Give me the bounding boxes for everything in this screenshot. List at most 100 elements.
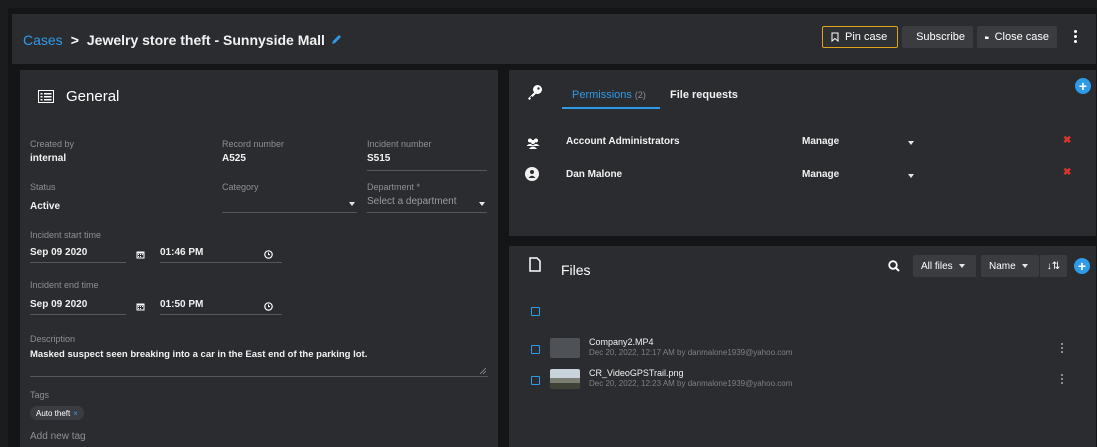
department-label: Department * bbox=[367, 182, 421, 192]
role-chevron-down-icon bbox=[908, 141, 914, 145]
files-panel: Files All files Name ↓⇅ + Company2.MP4 D… bbox=[509, 246, 1096, 447]
permission-role-select-1[interactable]: Manage bbox=[802, 166, 914, 182]
subscribe-label: Subscribe bbox=[916, 31, 965, 43]
start-calendar-icon[interactable] bbox=[136, 246, 145, 264]
start-time-input[interactable]: 01:46 PM bbox=[160, 247, 203, 258]
created-by-label: Created by bbox=[30, 139, 75, 149]
end-time-underline bbox=[160, 314, 282, 315]
department-placeholder: Select a department bbox=[367, 196, 457, 207]
group-icon bbox=[526, 136, 540, 154]
description-value: Masked suspect seen breaking into a car … bbox=[30, 349, 368, 360]
add-file-button[interactable]: + bbox=[1074, 258, 1090, 274]
remove-permission-icon-1[interactable]: ✖ bbox=[1063, 167, 1071, 178]
start-time-label: Incident start time bbox=[30, 230, 102, 240]
tags-label: Tags bbox=[30, 390, 50, 400]
category-select[interactable] bbox=[222, 194, 357, 212]
search-icon[interactable] bbox=[888, 259, 900, 277]
permission-role-1: Manage bbox=[802, 169, 840, 180]
edit-pencil-icon[interactable] bbox=[331, 32, 342, 48]
list-card-icon bbox=[38, 90, 54, 103]
description-underline bbox=[30, 376, 488, 377]
sort-direction-icon: ↓⇅ bbox=[1046, 260, 1061, 272]
start-date-underline bbox=[30, 262, 126, 263]
department-underline bbox=[367, 212, 487, 213]
department-select[interactable]: Select a department bbox=[367, 194, 487, 212]
subscribe-button[interactable]: Subscribe bbox=[902, 26, 973, 48]
description-textarea[interactable]: Masked suspect seen breaking into a car … bbox=[30, 348, 488, 376]
file-checkbox-1[interactable] bbox=[531, 376, 540, 385]
active-tab-indicator bbox=[562, 107, 660, 109]
bookmark-icon bbox=[831, 32, 839, 42]
record-number-value: A525 bbox=[222, 153, 246, 164]
tag-chip-label: Auto theft bbox=[36, 408, 71, 418]
file-meta-0: Dec 20, 2022, 12:17 AM by danmalone1939@… bbox=[589, 348, 793, 357]
page-title: Jewelry store theft - Sunnyside Mall bbox=[86, 32, 325, 48]
incident-number-value: S515 bbox=[367, 153, 391, 164]
permissions-panel: Permissions (2) File requests + Account A… bbox=[509, 70, 1096, 236]
general-title: General bbox=[66, 88, 120, 105]
tab-permissions-count: (2) bbox=[634, 90, 646, 100]
pin-case-label: Pin case bbox=[845, 31, 888, 43]
general-heading: General bbox=[38, 88, 119, 105]
start-time-underline bbox=[160, 262, 282, 263]
sort-direction-button[interactable]: ↓⇅ bbox=[1040, 255, 1067, 277]
file-checkbox-0[interactable] bbox=[531, 345, 540, 354]
filter-chevron-down-icon bbox=[958, 264, 965, 268]
permission-role-0: Manage bbox=[802, 136, 840, 147]
tab-permissions-label: Permissions bbox=[572, 89, 632, 101]
files-title: Files bbox=[561, 262, 591, 278]
category-label: Category bbox=[222, 182, 259, 192]
end-time-label: Incident end time bbox=[30, 280, 99, 290]
more-options-icon[interactable] bbox=[1070, 30, 1080, 44]
file-icon bbox=[529, 257, 541, 277]
breadcrumb-cases-link[interactable]: Cases bbox=[23, 32, 63, 48]
file-name-1[interactable]: CR_VideoGPSTrail.png bbox=[589, 368, 684, 378]
file-thumbnail-1[interactable] bbox=[550, 369, 580, 389]
tab-permissions[interactable]: Permissions (2) bbox=[572, 89, 646, 101]
breadcrumb: Cases > Jewelry store theft - Sunnyside … bbox=[23, 32, 342, 48]
close-case-label: Close case bbox=[994, 31, 1049, 43]
record-number-label: Record number bbox=[222, 139, 285, 149]
sort-chevron-down-icon bbox=[1021, 264, 1028, 268]
file-filter-label: All files bbox=[921, 260, 953, 272]
file-more-options-icon-1[interactable] bbox=[1061, 374, 1064, 386]
user-icon bbox=[525, 167, 539, 186]
general-panel: General Created by internal Record numbe… bbox=[20, 70, 498, 447]
status-value[interactable]: Active bbox=[30, 201, 60, 212]
remove-permission-icon-0[interactable]: ✖ bbox=[1063, 135, 1071, 146]
end-time-input[interactable]: 01:50 PM bbox=[160, 299, 203, 310]
close-case-button[interactable]: Close case bbox=[977, 26, 1057, 48]
end-date-input[interactable]: Sep 09 2020 bbox=[30, 299, 87, 310]
category-underline bbox=[222, 212, 357, 213]
add-permission-button[interactable]: + bbox=[1075, 78, 1091, 94]
permission-name-0: Account Administrators bbox=[566, 136, 680, 147]
key-icon bbox=[527, 84, 543, 105]
breadcrumb-separator: > bbox=[70, 32, 79, 48]
tag-remove-icon[interactable]: × bbox=[73, 409, 78, 418]
end-date-underline bbox=[30, 314, 126, 315]
end-calendar-icon[interactable] bbox=[136, 298, 145, 316]
start-date-input[interactable]: Sep 09 2020 bbox=[30, 247, 87, 258]
file-more-options-icon-0[interactable] bbox=[1061, 343, 1064, 355]
incident-number-underline bbox=[367, 170, 487, 171]
tag-chip[interactable]: Auto theft × bbox=[30, 406, 84, 420]
permission-role-select-0[interactable]: Manage bbox=[802, 133, 914, 149]
add-tag-input[interactable]: Add new tag bbox=[30, 431, 86, 442]
department-chevron-down-icon bbox=[479, 202, 485, 206]
permission-name-1: Dan Malone bbox=[566, 169, 623, 180]
created-by-value: internal bbox=[30, 153, 67, 164]
folder-icon bbox=[985, 35, 989, 39]
file-sort-label: Name bbox=[989, 260, 1016, 272]
tab-file-requests[interactable]: File requests bbox=[670, 89, 738, 101]
file-filter-dropdown[interactable]: All files bbox=[913, 255, 976, 277]
select-all-checkbox[interactable] bbox=[531, 307, 540, 316]
file-name-0[interactable]: Company2.MP4 bbox=[589, 337, 654, 347]
file-thumbnail-0[interactable] bbox=[550, 338, 580, 358]
file-sort-dropdown[interactable]: Name bbox=[981, 255, 1039, 277]
pin-case-button[interactable]: Pin case bbox=[822, 26, 898, 48]
description-label: Description bbox=[30, 334, 76, 344]
incident-number-label: Incident number bbox=[367, 139, 432, 149]
resize-handle-icon[interactable] bbox=[480, 368, 486, 374]
status-label: Status bbox=[30, 182, 56, 192]
file-meta-1: Dec 20, 2022, 12:23 AM by danmalone1939@… bbox=[589, 379, 793, 388]
